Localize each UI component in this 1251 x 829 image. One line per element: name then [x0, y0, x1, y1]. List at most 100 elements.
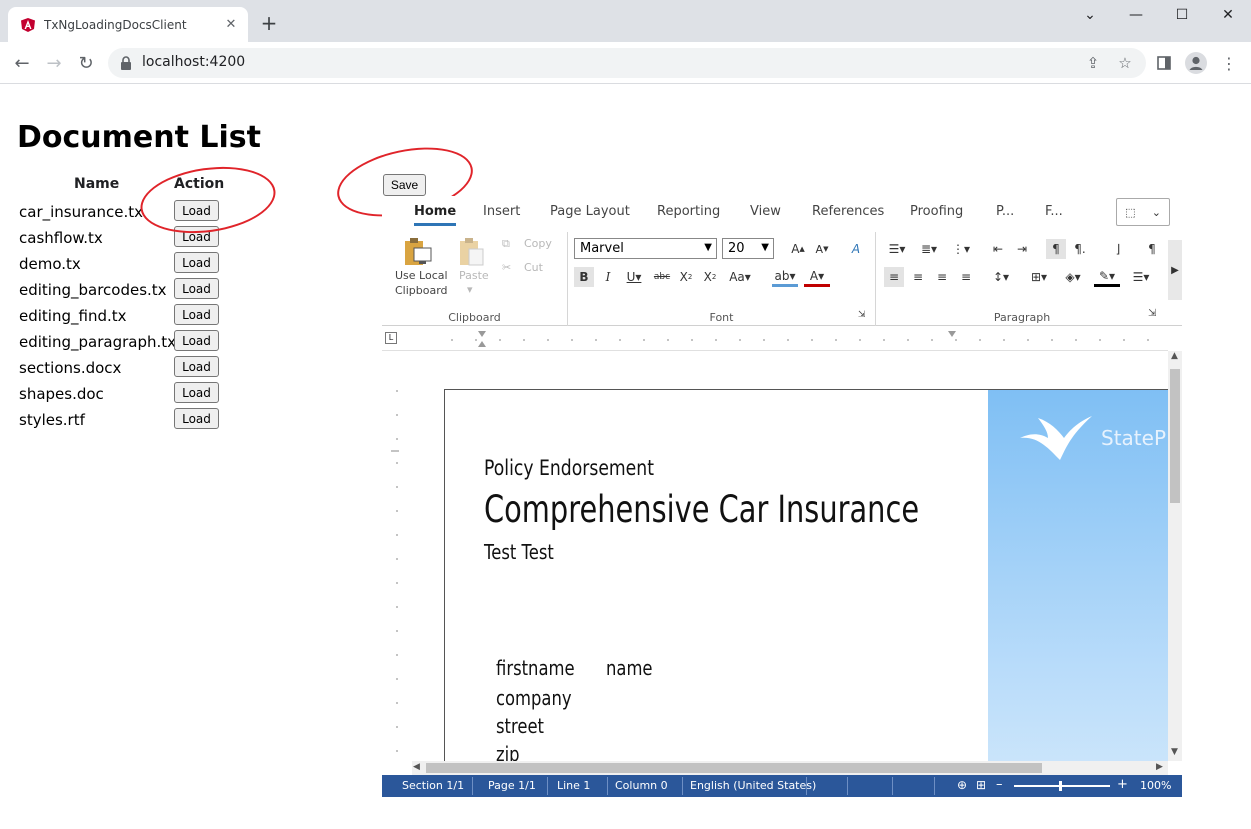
back-icon[interactable]: ← [10, 51, 34, 75]
load-button[interactable]: Load [174, 330, 219, 351]
status-section[interactable]: Section 1/1 [402, 779, 464, 792]
paragraph-direction-icon[interactable]: ¶. [1070, 239, 1090, 259]
bold-icon[interactable]: B [574, 267, 594, 287]
multilevel-list-icon[interactable]: ⋮▾ [948, 239, 974, 259]
reload-icon[interactable]: ↻ [74, 51, 98, 75]
vertical-ruler[interactable] [382, 351, 412, 761]
font-color-icon[interactable]: A▾ [804, 267, 830, 287]
share-icon[interactable]: ⇪ [1084, 54, 1102, 72]
decrease-indent-icon[interactable]: ⇤ [988, 239, 1008, 259]
copy-label[interactable]: Copy [524, 237, 552, 250]
load-button[interactable]: Load [174, 382, 219, 403]
tab-reporting[interactable]: Reporting [657, 204, 720, 219]
zoom-level[interactable]: 100% [1140, 779, 1171, 792]
close-window-icon[interactable]: ✕ [1205, 0, 1251, 30]
zoom-in-button[interactable]: + [1117, 777, 1128, 792]
font-size-select[interactable]: 20 ▼ [722, 238, 774, 259]
tab-p[interactable]: P... [996, 204, 1014, 219]
zoom-slider-thumb[interactable] [1059, 781, 1062, 791]
show-formatting-icon[interactable]: ¶ [1046, 239, 1066, 259]
save-button[interactable]: Save [383, 174, 426, 196]
vertical-scroll-thumb[interactable] [1170, 369, 1180, 503]
load-button[interactable]: Load [174, 252, 219, 273]
paste-label[interactable]: Paste [459, 269, 489, 282]
page-width-icon[interactable]: ⊞ [976, 778, 986, 792]
tab-view[interactable]: View [750, 204, 781, 219]
horizontal-scrollbar[interactable]: ◀ ▶ [412, 761, 1168, 775]
merge-field-company[interactable]: company [496, 686, 572, 710]
document-area[interactable]: StateP Policy Endorsement Comprehensive … [412, 351, 1168, 761]
status-page[interactable]: Page 1/1 [488, 779, 536, 792]
italic-icon[interactable]: I [598, 267, 618, 287]
clipboard-word-label[interactable]: Clipboard [395, 284, 448, 297]
change-case-icon[interactable]: Aa▾ [726, 267, 754, 287]
document-page[interactable]: StateP Policy Endorsement Comprehensive … [444, 389, 1168, 761]
tab-references[interactable]: References [812, 204, 884, 219]
vertical-scrollbar[interactable]: ▲ ▼ [1168, 351, 1182, 761]
bullets-icon[interactable]: ☰▾ [884, 239, 910, 259]
menu-icon[interactable]: ⋮ [1217, 51, 1241, 75]
cut-label[interactable]: Cut [524, 261, 543, 274]
forward-icon[interactable]: → [42, 51, 66, 75]
close-icon[interactable]: ✕ [222, 16, 240, 34]
address-bar[interactable]: localhost:4200 ⇪ ☆ [108, 48, 1146, 78]
status-line[interactable]: Line 1 [557, 779, 590, 792]
align-right-icon[interactable]: ≡ [932, 267, 952, 287]
align-center-icon[interactable]: ≡ [908, 267, 928, 287]
plus-icon[interactable]: + [258, 11, 280, 35]
horizontal-ruler[interactable]: L [382, 327, 1168, 351]
shrink-font-icon[interactable]: A ▼ [812, 239, 832, 259]
clear-format-icon[interactable]: A [846, 239, 866, 259]
load-button[interactable]: Load [174, 278, 219, 299]
tab-type-icon[interactable]: L [385, 332, 397, 344]
numbering-icon[interactable]: ≣▾ [916, 239, 942, 259]
tab-f[interactable]: F... [1045, 204, 1063, 219]
align-left-icon[interactable]: ≡ [884, 267, 904, 287]
ribbon-scroll-right-icon[interactable]: ▶ [1168, 240, 1182, 300]
load-button[interactable]: Load [174, 408, 219, 429]
zoom-out-button[interactable]: – [996, 777, 1003, 792]
load-button[interactable]: Load [174, 304, 219, 325]
status-language[interactable]: English (United States) [690, 779, 816, 792]
scroll-up-icon[interactable]: ▲ [1171, 351, 1178, 361]
load-button[interactable]: Load [174, 226, 219, 247]
load-button[interactable]: Load [174, 200, 219, 221]
borders-icon[interactable]: ⊞▾ [1026, 267, 1052, 287]
maximize-icon[interactable]: ☐ [1159, 0, 1205, 30]
font-name-select[interactable]: Marvel ▼ [574, 238, 717, 259]
subscript-icon[interactable]: X2 [676, 267, 696, 287]
merge-field-name[interactable]: name [606, 656, 653, 680]
load-button[interactable]: Load [174, 356, 219, 377]
view-mode-selector[interactable]: ⬚ ⌄ [1116, 198, 1170, 226]
tab-page-layout[interactable]: Page Layout [550, 204, 630, 219]
browser-tab[interactable]: TxNgLoadingDocsClient ✕ [8, 7, 248, 42]
scroll-left-icon[interactable]: ◀ [413, 762, 420, 772]
horizontal-scroll-thumb[interactable] [426, 763, 1042, 773]
star-icon[interactable]: ☆ [1116, 54, 1134, 72]
tab-proofing[interactable]: Proofing [910, 204, 963, 219]
use-local-label[interactable]: Use Local [395, 269, 448, 282]
tab-stop-icon[interactable]: ⌋ [1108, 239, 1128, 259]
page-fit-icon[interactable]: ⊕ [957, 778, 967, 792]
scroll-down-icon[interactable]: ▼ [1171, 747, 1178, 757]
tab-home[interactable]: Home [414, 204, 457, 226]
strikethrough-icon[interactable]: abc [652, 267, 672, 287]
chevron-down-icon[interactable]: ⌄ [1067, 0, 1113, 30]
tab-insert[interactable]: Insert [483, 204, 520, 219]
highlight-icon[interactable]: ab▾ [772, 267, 798, 287]
merge-field-firstname[interactable]: firstname [496, 656, 575, 680]
sidebar-icon[interactable] [1152, 51, 1176, 75]
superscript-icon[interactable]: X2 [700, 267, 720, 287]
border-color-icon[interactable]: ✎▾ [1094, 267, 1120, 287]
merge-field-street[interactable]: street [496, 714, 544, 738]
pilcrow-icon[interactable]: ¶ [1142, 239, 1162, 259]
status-column[interactable]: Column 0 [615, 779, 668, 792]
zoom-slider-track[interactable] [1014, 785, 1110, 787]
border-style-icon[interactable]: ☰▾ [1128, 267, 1154, 287]
shading-icon[interactable]: ◈▾ [1060, 267, 1086, 287]
merge-field-zip[interactable]: zip [496, 742, 520, 761]
underline-icon[interactable]: U▾ [624, 267, 644, 287]
minimize-icon[interactable]: — [1113, 0, 1159, 30]
scroll-right-icon[interactable]: ▶ [1156, 762, 1163, 772]
increase-indent-icon[interactable]: ⇥ [1012, 239, 1032, 259]
